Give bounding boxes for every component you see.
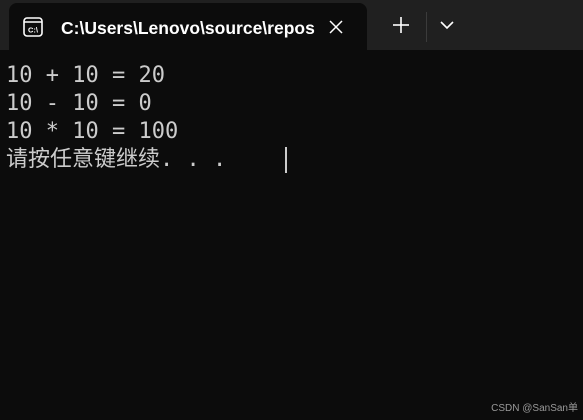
terminal-window: C:\ C:\Users\Lenovo\source\repos 10 + 10… xyxy=(0,0,583,420)
tab-title: C:\Users\Lenovo\source\repos xyxy=(61,18,315,38)
title-bar: C:\ C:\Users\Lenovo\source\repos xyxy=(0,0,583,50)
toolbar-divider xyxy=(426,12,427,42)
svg-text:C:\: C:\ xyxy=(28,26,39,35)
close-icon[interactable] xyxy=(325,16,347,38)
console-prompt-line: 请按任意键继续. . . xyxy=(6,147,227,172)
tab-active[interactable]: C:\ C:\Users\Lenovo\source\repos xyxy=(9,3,367,50)
console-line: 10 - 10 = 0 xyxy=(6,91,152,116)
console-icon: C:\ xyxy=(23,17,43,37)
watermark: CSDN @SanSan单 xyxy=(491,403,578,414)
text-cursor xyxy=(285,147,287,173)
chevron-down-icon[interactable] xyxy=(436,15,458,35)
console-line: 10 + 10 = 20 xyxy=(6,63,165,88)
console-line: 10 * 10 = 100 xyxy=(6,119,179,144)
console-output[interactable]: 10 + 10 = 20 10 - 10 = 0 10 * 10 = 100 请… xyxy=(0,50,583,420)
plus-icon[interactable] xyxy=(388,14,414,36)
